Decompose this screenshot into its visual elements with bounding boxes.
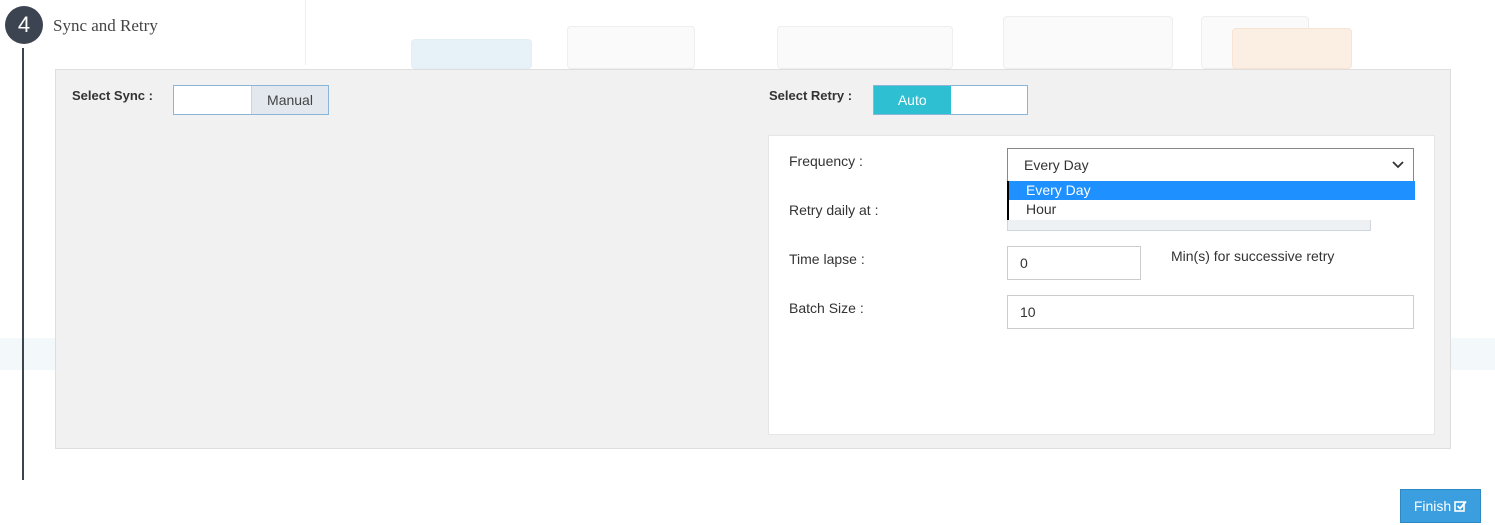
time-lapse-label: Time lapse :: [789, 251, 865, 267]
step-number-badge: 4: [5, 6, 43, 44]
frequency-label: Frequency :: [789, 153, 863, 169]
frequency-select-value: Every Day: [1024, 157, 1089, 173]
batch-size-label: Batch Size :: [789, 300, 864, 316]
frequency-option-every-day[interactable]: Every Day: [1009, 181, 1415, 200]
background-divider: [305, 0, 306, 65]
sync-toggle-off[interactable]: [174, 86, 251, 114]
select-sync-label: Select Sync :: [72, 88, 153, 103]
chevron-down-icon: [1392, 149, 1404, 169]
time-lapse-input[interactable]: 0: [1007, 246, 1141, 280]
retry-toggle-auto[interactable]: Auto: [874, 86, 951, 114]
background-log: [6, 370, 10, 510]
background-node: [411, 39, 532, 69]
background-node: [1003, 16, 1173, 69]
step-title: Sync and Retry: [53, 16, 158, 35]
retry-toggle[interactable]: Auto: [873, 85, 1028, 115]
frequency-select[interactable]: Every Day: [1007, 148, 1414, 182]
finish-button-label: Finish: [1413, 498, 1452, 514]
step-connector-line: [22, 48, 24, 480]
retry-toggle-off[interactable]: [950, 86, 1027, 114]
retry-daily-at-label: Retry daily at :: [789, 202, 879, 218]
select-retry-label: Select Retry :: [769, 88, 853, 103]
frequency-option-hour[interactable]: Hour: [1009, 200, 1415, 219]
frequency-dropdown-list: Every Day Hour: [1007, 181, 1415, 220]
time-lapse-hint: Min(s) for successive retry: [1171, 248, 1335, 264]
finish-button[interactable]: Finish: [1400, 489, 1481, 523]
batch-size-input[interactable]: 10: [1007, 295, 1414, 329]
background-node: [567, 26, 695, 69]
background-node: [1232, 28, 1352, 69]
sync-toggle-manual[interactable]: Manual: [251, 86, 328, 114]
background-node: [777, 26, 953, 69]
check-square-icon: [1454, 500, 1467, 513]
sync-toggle[interactable]: Manual: [173, 85, 329, 115]
